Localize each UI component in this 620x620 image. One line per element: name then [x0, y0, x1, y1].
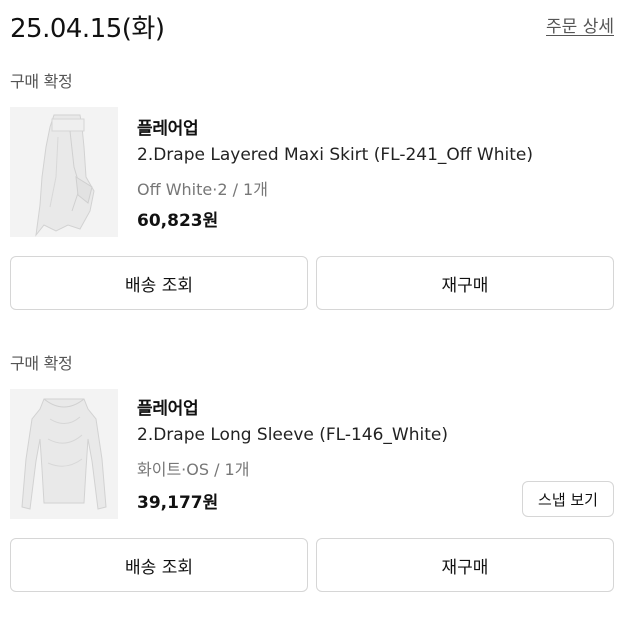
- product-brand: 플레어업: [137, 399, 199, 419]
- rebuy-button[interactable]: 재구매: [316, 538, 614, 592]
- long-sleeve-illustration: [10, 389, 118, 519]
- product-price: 60,823원: [137, 211, 219, 231]
- skirt-illustration: [10, 107, 118, 237]
- order-date: 25.04.15(화): [10, 14, 165, 44]
- order-status: 구매 확정: [10, 72, 73, 91]
- shipping-tracking-button[interactable]: 배송 조회: [10, 256, 308, 310]
- product-brand: 플레어업: [137, 119, 199, 139]
- long-sleeve-product-image[interactable]: [10, 389, 118, 519]
- order-detail-link[interactable]: 주문 상세: [546, 12, 614, 37]
- order-header: 25.04.15(화) 주문 상세: [10, 8, 614, 44]
- shipping-tracking-button[interactable]: 배송 조회: [10, 538, 308, 592]
- view-snap-button[interactable]: 스냅 보기: [522, 481, 614, 517]
- product-option: Off White·2 / 1개: [137, 180, 268, 199]
- product-name[interactable]: 2.Drape Layered Maxi Skirt (FL-241_Off W…: [137, 145, 533, 165]
- rebuy-button[interactable]: 재구매: [316, 256, 614, 310]
- skirt-product-image[interactable]: [10, 107, 118, 237]
- product-name[interactable]: 2.Drape Long Sleeve (FL-146_White): [137, 425, 448, 445]
- order-status: 구매 확정: [10, 354, 73, 373]
- product-option: 화이트·OS / 1개: [137, 460, 250, 479]
- product-price: 39,177원: [137, 493, 219, 513]
